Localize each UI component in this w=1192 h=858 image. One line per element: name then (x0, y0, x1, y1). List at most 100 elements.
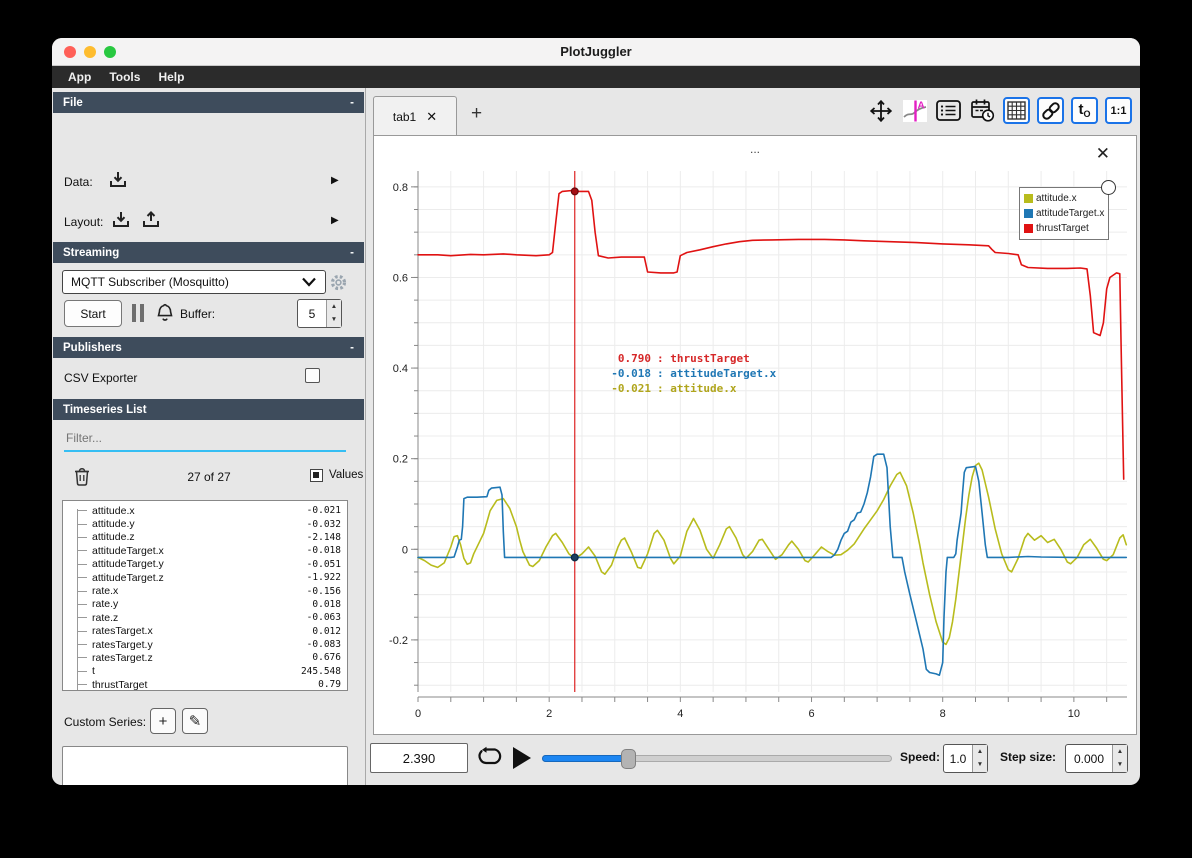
svg-text:0.790: 0.790 (618, 352, 651, 365)
plus-icon: + (158, 712, 168, 730)
buffer-label: Buffer: (180, 307, 216, 321)
custom-series-list[interactable] (62, 746, 348, 785)
csv-exporter-checkbox[interactable] (305, 368, 320, 383)
plot-canvas[interactable]: 0.8 0.6 0.4 0.2 0 -0.2 0 2 4 6 8 10 0.790: thrustTar… (374, 166, 1138, 731)
values-label: Values (329, 469, 364, 481)
list-item[interactable]: attitudeTarget.z -1.922 (69, 571, 341, 584)
list-item[interactable]: ratesTarget.z 0.676 (69, 651, 341, 664)
speed-label: Speed: (900, 750, 941, 764)
filter-input[interactable] (64, 428, 346, 448)
main-panel: tab1 ✕ + A tO 1:1 ... ✕ attitude.x attit… (367, 88, 1140, 785)
ratio-1-1-icon[interactable]: 1:1 (1105, 97, 1132, 124)
link-axes-icon[interactable] (1037, 97, 1064, 124)
datetime-icon[interactable] (969, 97, 996, 124)
svg-text:2: 2 (546, 708, 552, 720)
fullscreen-move-icon[interactable] (867, 97, 894, 124)
svg-text:10: 10 (1068, 708, 1080, 720)
svg-text:-0.2: -0.2 (389, 635, 408, 647)
app-window: PlotJuggler App Tools Help File - Data: ▶ … (52, 38, 1140, 785)
streaming-section-header[interactable]: Streaming - (53, 242, 364, 263)
svg-text:: thrustTarget: : thrustTarget (657, 352, 750, 365)
edit-custom-series-button[interactable]: ✎ (182, 708, 208, 734)
transport-bar: 2.390 Speed: 1.0 ▲ ▼ Step size: 0.000 ▲ ▼ (367, 735, 1140, 785)
step-size-spinbox[interactable]: 0.000 ▲ ▼ (1065, 744, 1128, 773)
filter-underline (64, 450, 346, 452)
add-tab-button[interactable]: + (465, 102, 488, 126)
sidebar: File - Data: ▶ Layout: ▶ Streaming - MQT… (52, 88, 366, 785)
spin-up-icon: ▲ (976, 747, 984, 755)
speed-spinbox[interactable]: 1.0 ▲ ▼ (943, 744, 988, 773)
streaming-source-select[interactable]: MQTT Subscriber (Mosquitto) (62, 270, 326, 294)
tab-close-icon[interactable]: ✕ (426, 109, 437, 125)
add-custom-series-button[interactable]: + (150, 708, 176, 734)
timeseries-section-header[interactable]: Timeseries List (53, 399, 364, 420)
csv-exporter-label: CSV Exporter (64, 371, 138, 385)
list-item[interactable]: rate.x -0.156 (69, 584, 341, 597)
menu-bar: App Tools Help (52, 66, 1140, 88)
list-item[interactable]: ratesTarget.x 0.012 (69, 625, 341, 638)
layout-expand-arrow[interactable]: ▶ (331, 215, 339, 226)
values-checkbox[interactable] (310, 469, 323, 482)
publishers-section-header[interactable]: Publishers - (53, 337, 364, 358)
buffer-spinbox[interactable]: 5 ▲ ▼ (297, 299, 342, 328)
pause-icon[interactable] (132, 304, 144, 322)
svg-text:0: 0 (402, 544, 408, 556)
collapse-icon: - (350, 246, 354, 259)
data-expand-arrow[interactable]: ▶ (331, 175, 339, 186)
svg-text:0: 0 (415, 708, 421, 720)
load-data-icon[interactable] (107, 169, 129, 191)
timeseries-list[interactable]: attitude.x -0.021 attitude.y -0.032 attitude… (62, 500, 348, 691)
time-slider[interactable] (542, 743, 892, 773)
legend-drag-knob[interactable] (1101, 180, 1116, 195)
list-item[interactable]: attitude.z -2.148 (69, 531, 341, 544)
tab-tab1[interactable]: tab1 ✕ (373, 96, 457, 136)
annotate-curve-icon[interactable]: A (901, 97, 928, 124)
window-title: PlotJuggler (560, 44, 632, 59)
list-item[interactable]: attitudeTarget.x -0.018 (69, 544, 341, 557)
legend-entry[interactable]: thrustTarget (1024, 221, 1104, 236)
step-size-label: Step size: (1000, 750, 1057, 764)
layout-label: Layout: (64, 215, 104, 229)
list-item[interactable]: rate.y 0.018 (69, 598, 341, 611)
slider-handle[interactable] (620, 748, 636, 769)
custom-series-label: Custom Series: (64, 715, 147, 729)
time-offset-icon[interactable]: tO (1071, 97, 1098, 124)
notifications-bell-icon[interactable] (154, 301, 176, 325)
list-item[interactable]: ratesTarget.y -0.083 (69, 638, 341, 651)
file-section-header[interactable]: File - (53, 92, 364, 113)
legend-entry[interactable]: attitude.x (1024, 191, 1104, 206)
save-layout-icon[interactable] (140, 209, 162, 231)
menu-item-app[interactable]: App (60, 68, 99, 86)
streaming-settings-gear-icon[interactable] (329, 273, 348, 292)
list-item[interactable]: attitudeTarget.y -0.051 (69, 558, 341, 571)
spin-down-icon: ▼ (1116, 761, 1124, 768)
menu-item-help[interactable]: Help (150, 68, 192, 86)
plot-legend[interactable]: attitude.x attitudeTarget.x thrustTarget (1019, 187, 1109, 240)
pencil-icon: ✎ (188, 713, 202, 730)
menu-item-tools[interactable]: Tools (101, 68, 148, 86)
list-item[interactable]: thrustTarget 0.79 (69, 678, 341, 690)
plot-close-icon[interactable]: ✕ (1090, 144, 1116, 163)
svg-text:: attitudeTarget.x: : attitudeTarget.x (657, 367, 777, 380)
legend-list-icon[interactable] (935, 97, 962, 124)
grid-view-icon[interactable] (1003, 97, 1030, 124)
spin-down-icon: ▼ (330, 316, 338, 323)
spin-down-icon: ▼ (976, 761, 984, 768)
svg-text:0.6: 0.6 (393, 272, 408, 284)
legend-entry[interactable]: attitudeTarget.x (1024, 206, 1104, 221)
play-icon[interactable] (513, 747, 531, 769)
svg-text:: attitude.x: : attitude.x (657, 382, 737, 395)
chevron-down-icon (302, 277, 316, 287)
svg-text:4: 4 (677, 708, 683, 720)
list-item[interactable]: rate.z -0.063 (69, 611, 341, 624)
start-streaming-button[interactable]: Start (64, 300, 122, 327)
loop-icon[interactable] (477, 746, 504, 768)
plot-widget[interactable]: ... ✕ attitude.x attitudeTarget.x thrustTa… (373, 135, 1137, 735)
list-item[interactable]: attitude.y -0.032 (69, 517, 341, 530)
load-layout-icon[interactable] (110, 209, 132, 231)
svg-text:A: A (917, 100, 924, 111)
current-time-field[interactable]: 2.390 (370, 743, 468, 773)
spin-up-icon: ▲ (1116, 747, 1124, 755)
list-item[interactable]: attitude.x -0.021 (69, 504, 341, 517)
list-item[interactable]: t 245.548 (69, 665, 341, 678)
